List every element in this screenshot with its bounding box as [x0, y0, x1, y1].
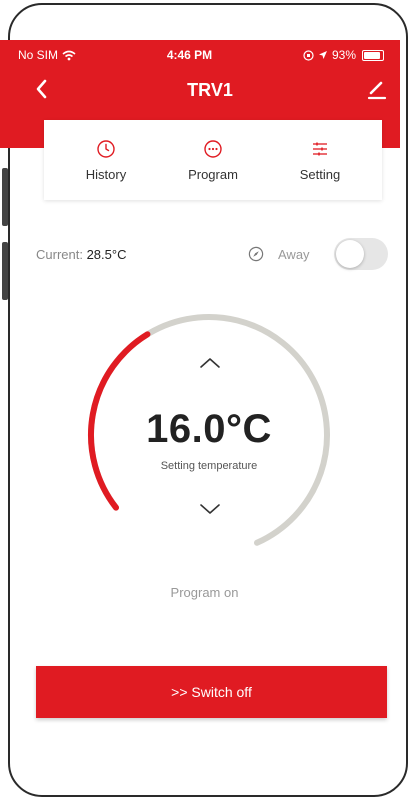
page-title: TRV1	[187, 80, 233, 100]
current-temperature: Current: 28.5°C	[36, 247, 126, 262]
location-arrow-icon	[318, 51, 327, 59]
edit-button[interactable]	[366, 77, 388, 101]
setting-temperature-label: Setting temperature	[160, 460, 258, 472]
clock-icon	[97, 139, 115, 158]
dots-circle-icon	[204, 139, 222, 158]
compass-icon	[248, 246, 264, 262]
status-time: 4:46 PM	[166, 48, 213, 62]
chevron-down-icon	[200, 504, 220, 514]
temperature-dial[interactable]: 16.0°C Setting temperature	[84, 310, 334, 560]
switch-off-button[interactable]: >> Switch off	[36, 666, 387, 718]
tab-history-label: History	[85, 166, 127, 182]
chevron-up-icon	[200, 358, 220, 368]
battery-percent: 93%	[331, 48, 356, 62]
away-toggle[interactable]	[334, 238, 388, 270]
carrier-text: No SIM	[18, 48, 59, 62]
status-row: Current: 28.5°C Away	[36, 238, 388, 270]
program-status: Program on	[170, 585, 239, 600]
tab-setting[interactable]: Setting	[270, 120, 370, 200]
orientation-lock-icon	[303, 49, 314, 61]
sliders-icon	[313, 142, 327, 155]
tab-setting-label: Setting	[299, 166, 341, 182]
tab-program[interactable]: Program	[163, 120, 263, 200]
increase-temperature-button[interactable]	[197, 354, 223, 372]
current-value: 28.5°C	[86, 247, 127, 262]
pencil-icon	[367, 81, 387, 100]
status-bar: No SIM 4:46 PM 93%	[18, 47, 384, 63]
wifi-icon	[62, 50, 76, 60]
current-label: Current:	[36, 247, 87, 262]
away-label: Away	[278, 247, 310, 262]
decrease-temperature-button[interactable]	[197, 500, 223, 518]
tab-program-label: Program	[188, 166, 238, 182]
away-toggle-knob	[336, 240, 364, 268]
tab-history[interactable]: History	[56, 120, 156, 200]
battery-icon	[362, 49, 384, 61]
tab-bar: History Program Setting	[44, 120, 382, 200]
setting-temperature-value: 16.0°C	[146, 407, 272, 451]
nav-bar: TRV1	[26, 75, 394, 105]
